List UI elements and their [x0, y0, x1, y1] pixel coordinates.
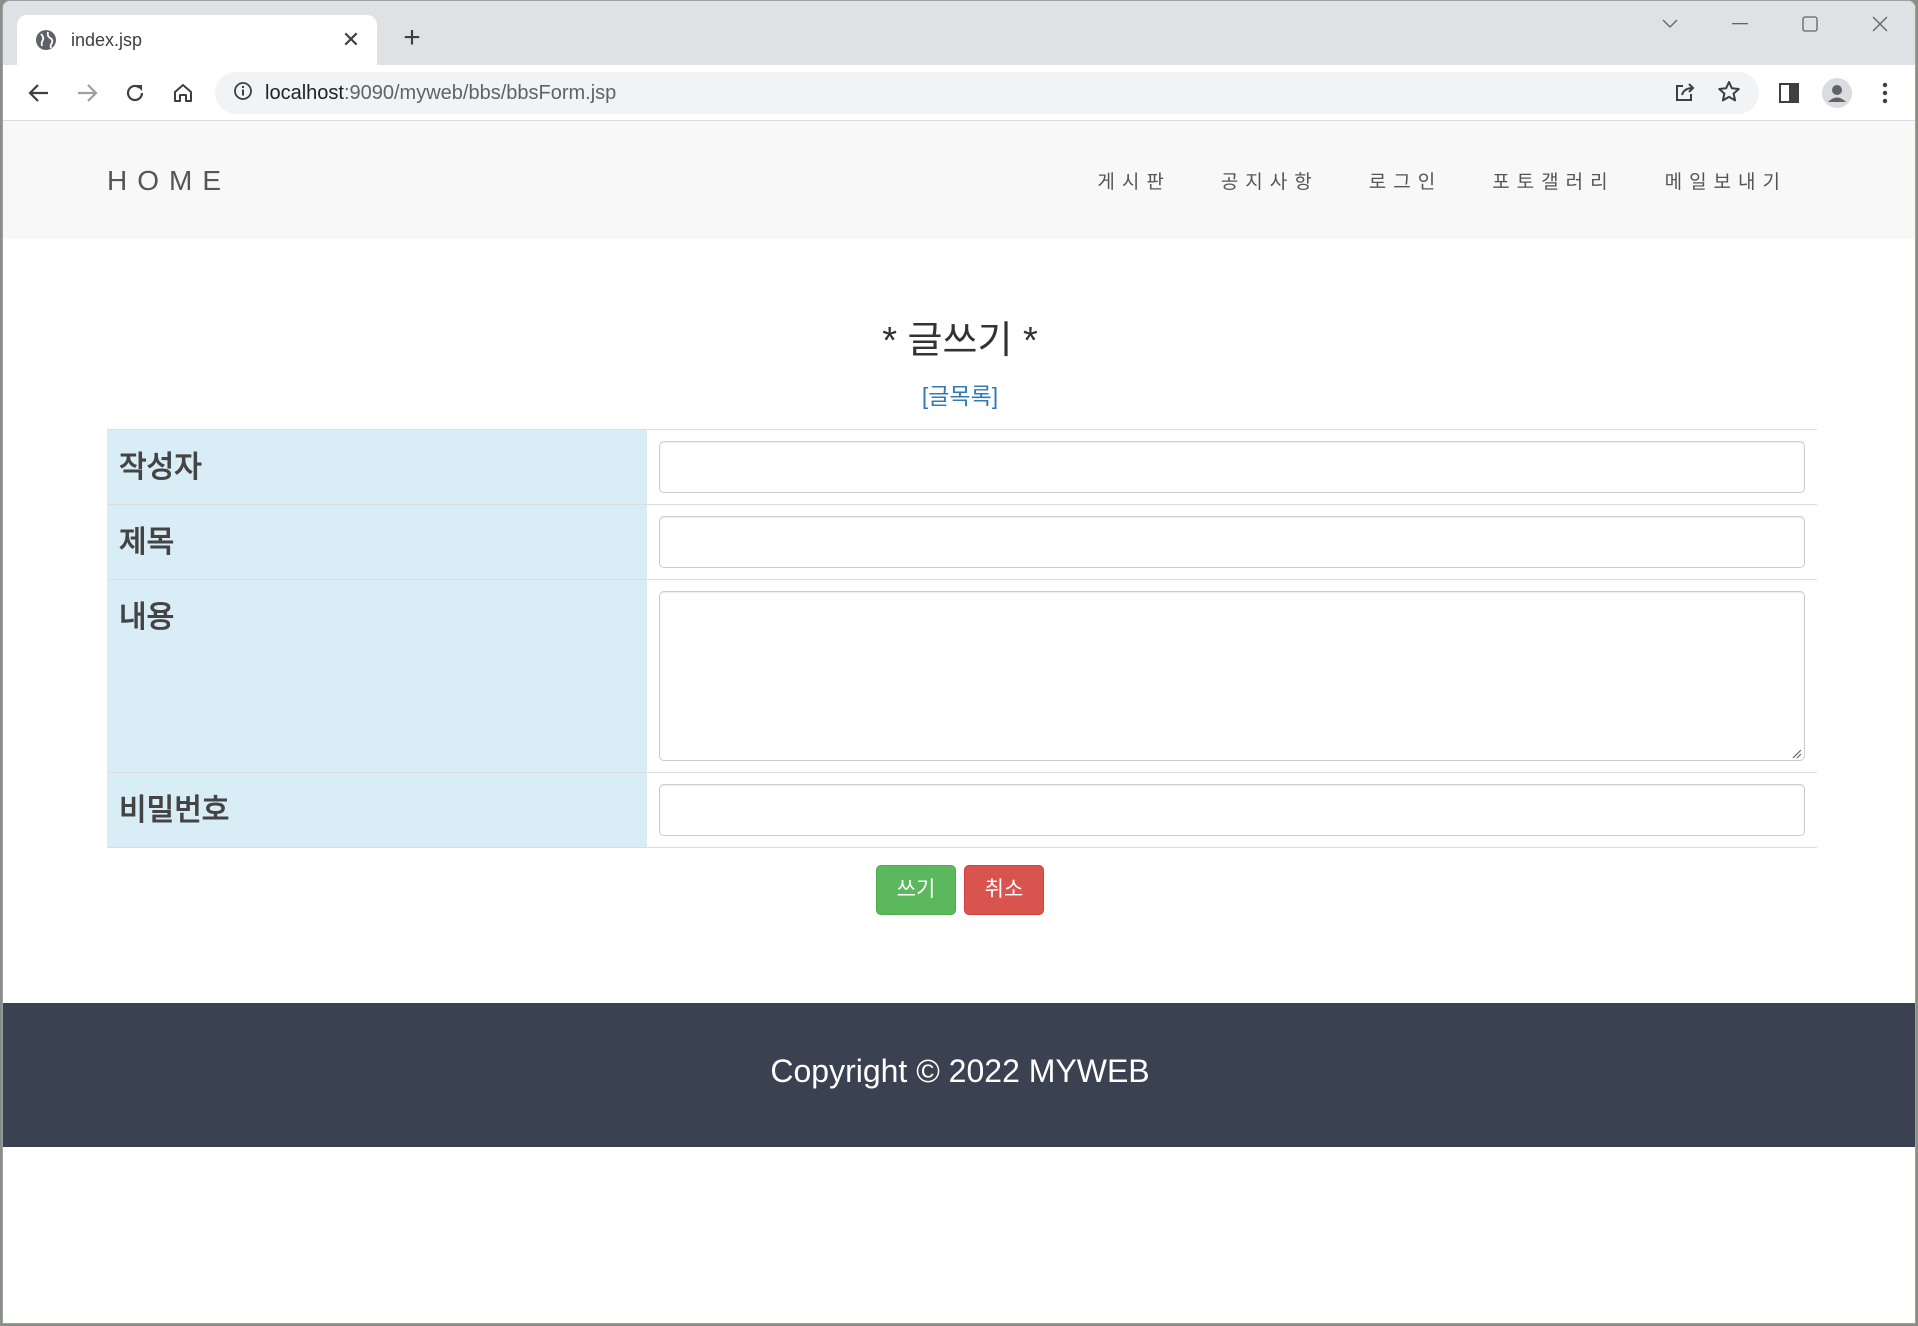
form-buttons: 쓰기 취소	[3, 865, 1915, 915]
menu-item-login[interactable]: 로그인	[1369, 167, 1442, 194]
kebab-menu-icon[interactable]	[1869, 77, 1901, 109]
url-text: localhost:9090/myweb/bbs/bbsForm.jsp	[265, 82, 616, 105]
password-label: 비밀번호	[107, 772, 647, 848]
password-input[interactable]	[659, 784, 1805, 836]
menu-item-notice[interactable]: 공지사항	[1221, 167, 1319, 194]
arrow-right-icon[interactable]	[71, 77, 103, 109]
chevron-down-icon[interactable]	[1635, 1, 1705, 47]
site-menu: 게시판 공지사항 로그인 포토갤러리 메일보내기	[1097, 167, 1787, 194]
write-form-table: 작성자 제목 내용 비밀번호	[107, 429, 1817, 848]
submit-button[interactable]: 쓰기	[876, 865, 956, 915]
menu-item-send-mail[interactable]: 메일보내기	[1665, 167, 1787, 194]
home-icon[interactable]	[167, 77, 199, 109]
browser-tab[interactable]: index.jsp ✕	[17, 15, 377, 65]
url-path: :9090/myweb/bbs/bbsForm.jsp	[343, 81, 617, 104]
reload-icon[interactable]	[119, 77, 151, 109]
cancel-button[interactable]: 취소	[964, 865, 1044, 915]
writer-input[interactable]	[659, 441, 1805, 493]
site-navbar: HOME 게시판 공지사항 로그인 포토갤러리 메일보내기	[3, 121, 1915, 239]
menu-item-photo-gallery[interactable]: 포토갤러리	[1492, 167, 1614, 194]
close-icon[interactable]: ✕	[339, 28, 363, 52]
star-icon[interactable]	[1717, 80, 1741, 109]
content-label: 내용	[107, 579, 647, 773]
table-row: 내용	[107, 579, 1817, 773]
maximize-icon[interactable]	[1775, 1, 1845, 47]
address-bar[interactable]: localhost:9090/myweb/bbs/bbsForm.jsp	[215, 72, 1759, 114]
brand-link[interactable]: HOME	[107, 165, 231, 197]
browser-toolbar: localhost:9090/myweb/bbs/bbsForm.jsp	[3, 65, 1915, 121]
subject-input[interactable]	[659, 516, 1805, 568]
table-row: 제목	[107, 504, 1817, 580]
content-textarea[interactable]	[659, 591, 1805, 761]
profile-icon[interactable]	[1821, 77, 1853, 109]
menu-item-board[interactable]: 게시판	[1097, 167, 1170, 194]
subject-label: 제목	[107, 504, 647, 580]
share-icon[interactable]	[1673, 80, 1697, 109]
plus-icon[interactable]: +	[395, 21, 429, 55]
table-row: 비밀번호	[107, 772, 1817, 848]
table-row: 작성자	[107, 429, 1817, 505]
site-footer: Copyright © 2022 MYWEB	[3, 1003, 1915, 1147]
side-panel-icon[interactable]	[1773, 77, 1805, 109]
browser-window: index.jsp ✕ + localhost:9090/myweb/bbs/b…	[2, 0, 1916, 1324]
copyright-text: Copyright © 2022 MYWEB	[770, 1053, 1150, 1089]
resize-grip-icon[interactable]	[1790, 746, 1802, 759]
url-host: localhost	[265, 81, 344, 104]
minimize-icon[interactable]	[1705, 1, 1775, 47]
page-title: * 글쓰기 *	[882, 320, 1038, 362]
tab-strip: index.jsp ✕ +	[3, 1, 1915, 65]
window-controls	[1635, 1, 1915, 47]
window-close-icon[interactable]	[1845, 1, 1915, 47]
page-content: HOME 게시판 공지사항 로그인 포토갤러리 메일보내기 * 글쓰기 * [글…	[3, 121, 1915, 1323]
info-icon[interactable]	[233, 81, 253, 106]
tab-title: index.jsp	[71, 29, 143, 50]
arrow-left-icon[interactable]	[23, 77, 55, 109]
list-link[interactable]: [글목록]	[3, 377, 1915, 411]
globe-icon	[35, 29, 57, 51]
writer-label: 작성자	[107, 429, 647, 505]
